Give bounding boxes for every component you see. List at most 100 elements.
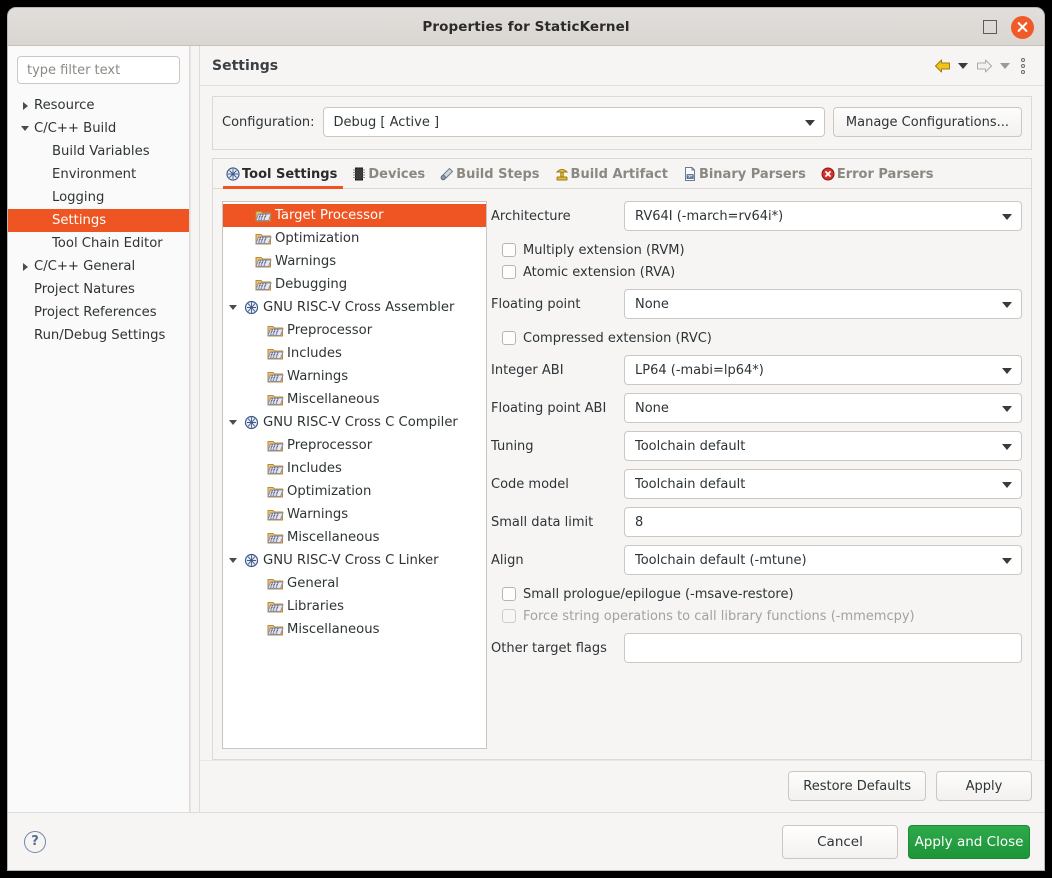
- manage-configurations-button[interactable]: Manage Configurations...: [832, 107, 1022, 137]
- multiply-extension-checkbox[interactable]: [502, 243, 516, 257]
- field-floating-point: Floating point None: [491, 289, 1022, 319]
- tab-devices[interactable]: Devices: [347, 160, 435, 188]
- help-icon[interactable]: ?: [24, 830, 46, 853]
- tool-option-label: Warnings: [275, 254, 337, 269]
- sidebar-item-tool-chain-editor[interactable]: Tool Chain Editor: [8, 232, 189, 255]
- checkbox-multiply-extension[interactable]: Multiply extension (RVM): [491, 239, 1022, 261]
- kebab-menu-icon[interactable]: [1016, 56, 1030, 76]
- tool-option-gnu-risc-v-cross-c-compiler[interactable]: GNU RISC-V Cross C Compiler: [223, 411, 486, 434]
- tool-option-gnu-risc-v-cross-assembler[interactable]: GNU RISC-V Cross Assembler: [223, 296, 486, 319]
- tool-option-warnings[interactable]: Warnings: [223, 365, 486, 388]
- folder-icon: [255, 277, 273, 292]
- page-action-row: Restore Defaults Apply: [200, 760, 1044, 812]
- tool-option-miscellaneous[interactable]: Miscellaneous: [223, 388, 486, 411]
- compressed-extension-checkbox[interactable]: [502, 331, 516, 345]
- tool-option-warnings[interactable]: Warnings: [223, 250, 486, 273]
- sidebar-item-project-references[interactable]: Project References: [8, 301, 189, 324]
- compressed-extension-label: Compressed extension (RVC): [523, 330, 712, 346]
- close-icon[interactable]: [1011, 15, 1034, 39]
- small-data-limit-input[interactable]: 8: [624, 507, 1022, 537]
- tool-option-label: Miscellaneous: [287, 392, 380, 407]
- field-code-model: Code model Toolchain default: [491, 469, 1022, 499]
- tool-option-target-processor[interactable]: Target Processor: [223, 204, 486, 227]
- checkbox-atomic-extension[interactable]: Atomic extension (RVA): [491, 261, 1022, 283]
- tab-tool-settings[interactable]: Tool Settings: [221, 160, 347, 189]
- tool-option-libraries[interactable]: Libraries: [223, 595, 486, 618]
- tab-binary-parsers[interactable]: 010 Binary Parsers: [678, 160, 816, 188]
- tool-option-includes[interactable]: Includes: [223, 457, 486, 480]
- tab-build-artifact[interactable]: Build Artifact: [550, 160, 678, 188]
- tool-option-miscellaneous[interactable]: Miscellaneous: [223, 618, 486, 641]
- architecture-select[interactable]: RV64I (-march=rv64i*): [624, 201, 1022, 231]
- forward-history-chevron-down-icon[interactable]: [1000, 62, 1010, 69]
- tool-option-label: GNU RISC-V Cross C Linker: [263, 553, 439, 568]
- sidebar-item-logging[interactable]: Logging: [8, 186, 189, 209]
- chevron-right-icon[interactable]: [16, 102, 34, 110]
- align-value: Toolchain default (-mtune): [635, 552, 807, 568]
- folder-icon: [267, 369, 285, 384]
- small-prologue-checkbox[interactable]: [502, 587, 516, 601]
- code-model-select[interactable]: Toolchain default: [624, 469, 1022, 499]
- tool-option-general[interactable]: General: [223, 572, 486, 595]
- sidebar-item-project-natures[interactable]: Project Natures: [8, 278, 189, 301]
- tool-option-preprocessor[interactable]: Preprocessor: [223, 319, 486, 342]
- sidebar-item-settings[interactable]: Settings: [8, 209, 189, 232]
- target-processor-form: Architecture RV64I (-march=rv64i*) Multi…: [487, 201, 1022, 749]
- floating-point-abi-select[interactable]: None: [624, 393, 1022, 423]
- architecture-control: RV64I (-march=rv64i*): [624, 201, 1022, 231]
- align-select[interactable]: Toolchain default (-mtune): [624, 545, 1022, 575]
- tool-option-label: Optimization: [275, 231, 360, 246]
- tab-error-parsers[interactable]: Error Parsers: [816, 160, 944, 188]
- tool-option-optimization[interactable]: Optimization: [223, 480, 486, 503]
- build-artifact-icon: [554, 166, 570, 182]
- apply-button[interactable]: Apply: [936, 771, 1032, 801]
- tool-option-miscellaneous[interactable]: Miscellaneous: [223, 526, 486, 549]
- sidebar-item-c-c-general[interactable]: C/C++ General: [8, 255, 189, 278]
- chevron-down-icon[interactable]: [223, 305, 243, 310]
- field-align: Align Toolchain default (-mtune): [491, 545, 1022, 575]
- window-title: Properties for StaticKernel: [422, 18, 630, 35]
- sidebar-item-run-debug-settings[interactable]: Run/Debug Settings: [8, 324, 189, 347]
- chevron-down-icon[interactable]: [223, 420, 243, 425]
- tool-icon: [243, 415, 261, 430]
- tool-option-preprocessor[interactable]: Preprocessor: [223, 434, 486, 457]
- cancel-button[interactable]: Cancel: [782, 824, 898, 859]
- tuning-value: Toolchain default: [635, 438, 746, 454]
- back-history-chevron-down-icon[interactable]: [958, 62, 968, 69]
- sidebar-item-build-variables[interactable]: Build Variables: [8, 140, 189, 163]
- tool-option-gnu-risc-v-cross-c-linker[interactable]: GNU RISC-V Cross C Linker: [223, 549, 486, 572]
- atomic-extension-checkbox[interactable]: [502, 265, 516, 279]
- checkbox-compressed-extension[interactable]: Compressed extension (RVC): [491, 327, 1022, 349]
- back-arrow-icon[interactable]: [932, 56, 952, 76]
- tuning-select[interactable]: Toolchain default: [624, 431, 1022, 461]
- sidebar-item-environment[interactable]: Environment: [8, 163, 189, 186]
- tool-option-warnings[interactable]: Warnings: [223, 503, 486, 526]
- apply-and-close-button[interactable]: Apply and Close: [908, 824, 1030, 859]
- other-target-flags-input[interactable]: [624, 633, 1022, 663]
- chevron-right-icon[interactable]: [16, 263, 34, 271]
- maximize-icon[interactable]: [983, 20, 997, 34]
- tab-build-steps[interactable]: Build Steps: [435, 160, 549, 188]
- filter-input[interactable]: [17, 56, 180, 84]
- tool-option-debugging[interactable]: Debugging: [223, 273, 486, 296]
- checkbox-small-prologue-epilogue[interactable]: Small prologue/epilogue (-msave-restore): [491, 583, 1022, 605]
- tool-option-optimization[interactable]: Optimization: [223, 227, 486, 250]
- forward-arrow-icon[interactable]: [974, 56, 994, 76]
- restore-defaults-button[interactable]: Restore Defaults: [788, 771, 926, 801]
- chevron-down-icon[interactable]: [223, 558, 243, 563]
- tuning-control: Toolchain default: [624, 431, 1022, 461]
- align-control: Toolchain default (-mtune): [624, 545, 1022, 575]
- sidebar-item-c-c-build[interactable]: C/C++ Build: [8, 117, 189, 140]
- panel-sash[interactable]: [190, 46, 200, 812]
- chevron-down-icon[interactable]: [16, 126, 34, 131]
- configuration-select[interactable]: Debug [ Active ]: [322, 107, 825, 137]
- floating-point-select[interactable]: None: [624, 289, 1022, 319]
- sidebar-item-resource[interactable]: Resource: [8, 94, 189, 117]
- tool-option-includes[interactable]: Includes: [223, 342, 486, 365]
- tool-option-label: GNU RISC-V Cross C Compiler: [263, 415, 458, 430]
- integer-abi-select[interactable]: LP64 (-mabi=lp64*): [624, 355, 1022, 385]
- architecture-label: Architecture: [491, 208, 571, 224]
- page-header: Settings: [200, 46, 1044, 86]
- tool-option-label: GNU RISC-V Cross Assembler: [263, 300, 455, 315]
- tool-options-tree: Target Processor Optimization Warnings Debu…: [222, 201, 487, 749]
